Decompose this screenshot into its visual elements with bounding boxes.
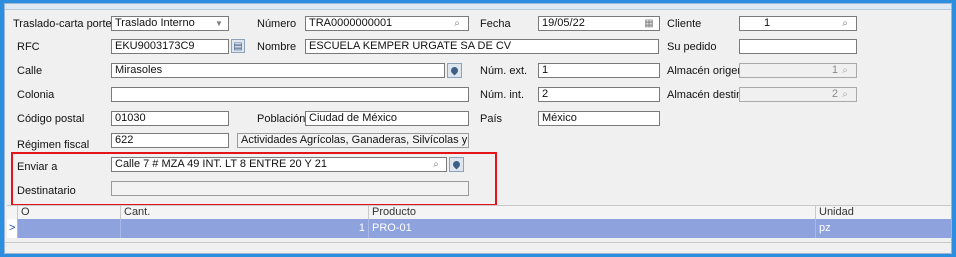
poblacion-label: Población <box>257 113 306 125</box>
fecha-value: 19/05/22 <box>542 17 585 29</box>
cliente-value: 1 <box>764 17 771 29</box>
cell-unidad: pz <box>815 219 951 238</box>
poblacion-field[interactable]: Ciudad de México <box>305 111 469 126</box>
numero-label: Número <box>257 18 297 30</box>
search-icon: ⌕ <box>842 65 848 76</box>
poblacion-value: Ciudad de México <box>309 112 398 124</box>
regimen-desc-value: Actividades Agrícolas, Ganaderas, Silvíc… <box>241 134 468 146</box>
rfc-label: RFC <box>17 41 40 53</box>
grid-divider <box>5 242 951 243</box>
almacen-destino-label: Almacén destino <box>667 89 749 101</box>
chevron-down-icon[interactable]: ▼ <box>212 17 226 30</box>
regimen-description: Actividades Agrícolas, Ganaderas, Silvíc… <box>237 133 469 148</box>
table-row[interactable]: > 1 PRO-01 pz <box>7 219 951 238</box>
map-pin-icon <box>449 65 460 76</box>
tipo-value: Traslado Interno <box>115 17 195 29</box>
column-header-o[interactable]: O <box>17 206 120 219</box>
column-header-unidad[interactable]: Unidad <box>815 206 951 219</box>
num-int-field[interactable]: 2 <box>538 87 660 102</box>
search-icon[interactable]: ⌕ <box>450 17 464 30</box>
su-pedido-label: Su pedido <box>667 41 717 53</box>
num-int-value: 2 <box>542 88 549 100</box>
numero-value: TRA0000000001 <box>309 17 393 29</box>
nombre-label: Nombre <box>257 41 297 53</box>
cp-label: Código postal <box>17 113 85 125</box>
cp-value: 01030 <box>115 112 146 124</box>
row-indicator-icon: > <box>7 219 17 238</box>
highlight-box <box>11 152 497 206</box>
rfc-field[interactable]: EKU9003173C9 <box>111 39 229 54</box>
toolbar-strip <box>5 4 951 10</box>
nombre-field[interactable]: ESCUELA KEMPER URGATE SA DE CV <box>305 39 659 54</box>
calle-field[interactable]: Mirasoles <box>111 63 445 78</box>
document-form-window: Traslado-carta porte Traslado Interno ▼ … <box>4 3 952 254</box>
colonia-field[interactable] <box>111 87 469 102</box>
regimen-value: 622 <box>115 134 134 146</box>
column-header-producto[interactable]: Producto <box>368 206 815 219</box>
regimen-label: Régimen fiscal <box>17 139 90 151</box>
colonia-label: Colonia <box>17 89 55 101</box>
search-icon: ⌕ <box>842 89 848 100</box>
almacen-origen-label: Almacén origen <box>667 65 744 77</box>
calle-value: Mirasoles <box>115 64 163 76</box>
pais-field[interactable]: México <box>538 111 660 126</box>
num-int-label: Núm. int. <box>480 89 525 101</box>
regimen-field[interactable]: 622 <box>111 133 229 148</box>
fecha-label: Fecha <box>480 18 511 30</box>
nombre-value: ESCUELA KEMPER URGATE SA DE CV <box>309 40 512 52</box>
num-ext-label: Núm. ext. <box>480 65 528 77</box>
su-pedido-field[interactable] <box>739 39 857 54</box>
calle-label: Calle <box>17 65 43 77</box>
pais-label: País <box>480 113 503 125</box>
map-pin-button[interactable] <box>447 63 462 78</box>
rfc-value: EKU9003173C9 <box>115 40 195 52</box>
id-card-icon[interactable]: ▤ <box>231 39 245 53</box>
cp-field[interactable]: 01030 <box>111 111 229 126</box>
column-header-cant[interactable]: Cant. <box>120 206 368 219</box>
calendar-icon[interactable]: ▦ <box>642 17 656 30</box>
cell-cant: 1 <box>120 219 368 238</box>
cell-o <box>17 219 120 238</box>
num-ext-value: 1 <box>542 64 549 76</box>
numero-field[interactable]: TRA0000000001 <box>305 16 469 31</box>
cliente-label: Cliente <box>667 18 702 30</box>
tipo-label: Traslado-carta porte <box>13 18 112 30</box>
num-ext-field[interactable]: 1 <box>538 63 660 78</box>
search-icon[interactable]: ⌕ <box>838 17 852 30</box>
grid-header: O Cant. Producto Unidad <box>7 205 951 220</box>
cell-producto: PRO-01 <box>368 219 815 238</box>
pais-value: México <box>542 112 577 124</box>
